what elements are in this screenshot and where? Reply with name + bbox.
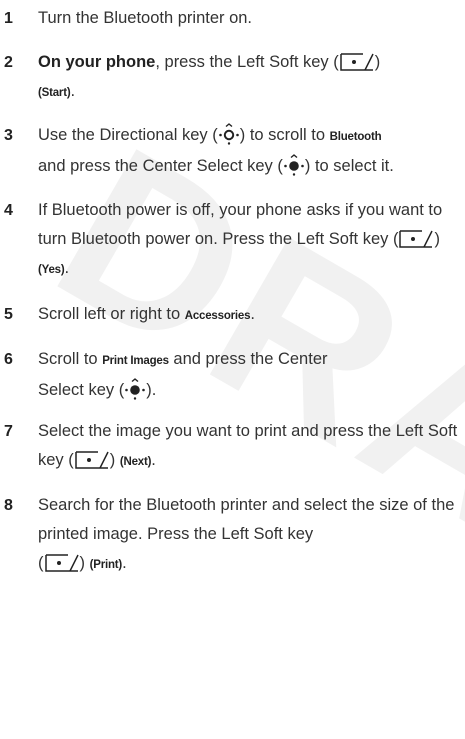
- step-4-text-c: .: [65, 259, 70, 277]
- step-6-text-d: ).: [146, 381, 156, 399]
- step-text: If Bluetooth power is off, your phone as…: [38, 196, 463, 285]
- step-2-text-c: .: [70, 82, 75, 100]
- step-number: 3: [4, 121, 13, 150]
- step-4-text-a: If Bluetooth power is off, your phone as…: [38, 201, 442, 248]
- left-soft-key-icon: [44, 553, 80, 573]
- step-2-text-a: , press the Left Soft key (: [155, 53, 338, 71]
- step-number: 1: [4, 4, 13, 33]
- print-images-menu-target: Print Images: [102, 355, 169, 367]
- step-6-text-b: and press the Center: [169, 350, 328, 368]
- step-3-text-d: ) to select it.: [305, 157, 394, 175]
- step-7-text-c: .: [151, 451, 156, 469]
- step-number: 4: [4, 196, 13, 225]
- step-1-text: Turn the Bluetooth printer on.: [38, 9, 252, 27]
- step-number: 7: [4, 417, 13, 446]
- step-2-text-b: ): [375, 53, 381, 71]
- step-text: Select the image you want to print and p…: [38, 417, 463, 477]
- step-5-text-a: Scroll left or right to: [38, 305, 185, 323]
- step-text: Use the Directional key () to scroll to …: [38, 121, 463, 181]
- step-3-text-a: Use the Directional key (: [38, 126, 218, 144]
- step-text: Search for the Bluetooth printer and sel…: [38, 491, 463, 580]
- accessories-menu-target: Accessories: [185, 310, 251, 322]
- step-text: Scroll left or right to Accessories.: [38, 300, 463, 331]
- step-3-text-b: ) to scroll to: [240, 126, 330, 144]
- step-text: On your phone, press the Left Soft key (…: [38, 48, 463, 108]
- next-key-label: (Next): [120, 456, 151, 468]
- bluetooth-menu-target: Bluetooth: [330, 131, 382, 143]
- start-key-label: (Start): [38, 87, 70, 99]
- print-key-label: (Print): [90, 559, 122, 571]
- step-number: 2: [4, 48, 13, 77]
- step-3-text-c: and press the Center Select key (: [38, 157, 283, 175]
- yes-key-label: (Yes): [38, 264, 65, 276]
- step-8-text-a: Search for the Bluetooth printer and sel…: [38, 496, 454, 543]
- step-7-text-b: ): [110, 451, 120, 469]
- step-number: 6: [4, 345, 13, 374]
- step-5-text-b: .: [250, 305, 255, 323]
- step-8-text-c: ): [80, 554, 90, 572]
- step-6-text-c: Select key (: [38, 381, 124, 399]
- step-text: Turn the Bluetooth printer on.: [38, 4, 463, 33]
- on-your-phone-lead: On your phone: [38, 53, 155, 71]
- left-soft-key-icon: [398, 229, 434, 249]
- left-soft-key-icon: [74, 450, 110, 470]
- step-number: 8: [4, 491, 13, 520]
- step-number: 5: [4, 300, 13, 329]
- step-6-text-a: Scroll to: [38, 350, 102, 368]
- directional-key-icon: [218, 123, 240, 145]
- center-select-key-icon: [124, 378, 146, 400]
- step-8-text-d: .: [122, 554, 127, 572]
- step-4-text-b: ): [434, 230, 440, 248]
- step-text: Scroll to Print Images and press the Cen…: [38, 345, 463, 405]
- center-select-key-icon: [283, 154, 305, 176]
- left-soft-key-icon: [339, 52, 375, 72]
